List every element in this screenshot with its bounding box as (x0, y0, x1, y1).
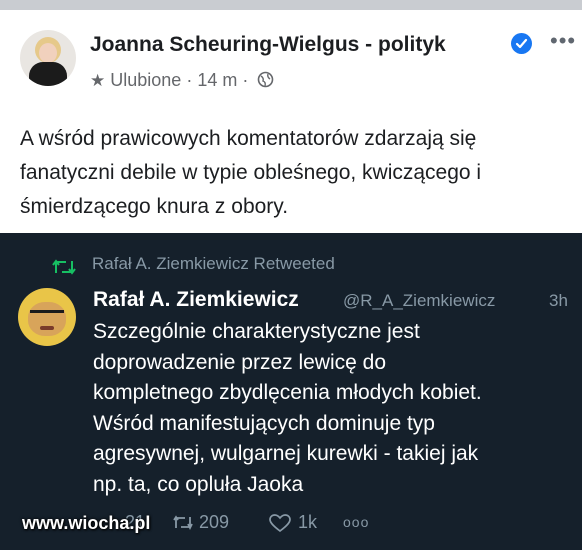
globe-icon (258, 71, 274, 88)
facebook-post-meta: ★ Ulubione · 14 m · (90, 70, 274, 91)
tweet-author-name[interactable]: Rafał A. Ziemkiewicz (93, 288, 299, 312)
meta-separator: · (186, 70, 193, 90)
facebook-author-name[interactable]: Joanna Scheuring-Wielgus - polityk (90, 33, 446, 57)
facebook-author-avatar[interactable] (20, 30, 76, 86)
tweet-text: Szczególnie charakterystyczne jest dopro… (93, 320, 482, 496)
avatar-face (39, 43, 57, 63)
meta-separator: · (242, 70, 249, 90)
facebook-post-text: A wśród prawicowych komentatorów zdarzaj… (20, 127, 482, 218)
heart-icon[interactable] (269, 514, 291, 533)
tweet-author-handle[interactable]: @R_A_Ziemkiewicz (343, 291, 495, 311)
facebook-more-options-button[interactable]: ••• (550, 28, 576, 54)
verified-badge-icon (511, 33, 532, 54)
retweet-count[interactable]: 209 (199, 512, 229, 533)
retweeted-by-text: Rafał A. Ziemkiewicz Retweeted (92, 254, 335, 273)
like-count[interactable]: 1k (298, 512, 317, 533)
share-more-icon[interactable]: ooo (343, 514, 369, 530)
top-strip (0, 0, 582, 10)
avatar-mouth (40, 326, 54, 330)
retweeted-by-label: Rafał A. Ziemkiewicz Retweeted (52, 254, 335, 274)
avatar-glasses (30, 310, 64, 321)
tweet-author-avatar[interactable] (18, 288, 76, 346)
watermark: www.wiocha.pl (22, 513, 151, 533)
avatar-body (29, 62, 67, 86)
star-icon: ★ (90, 71, 106, 90)
post-time[interactable]: 14 m (197, 70, 237, 90)
tweet-time[interactable]: 3h (549, 291, 568, 311)
retweet-icon[interactable] (173, 514, 193, 532)
tweet-action-bar: 21 209 1k ooo (93, 510, 563, 538)
favorites-label[interactable]: Ulubione (110, 70, 181, 90)
